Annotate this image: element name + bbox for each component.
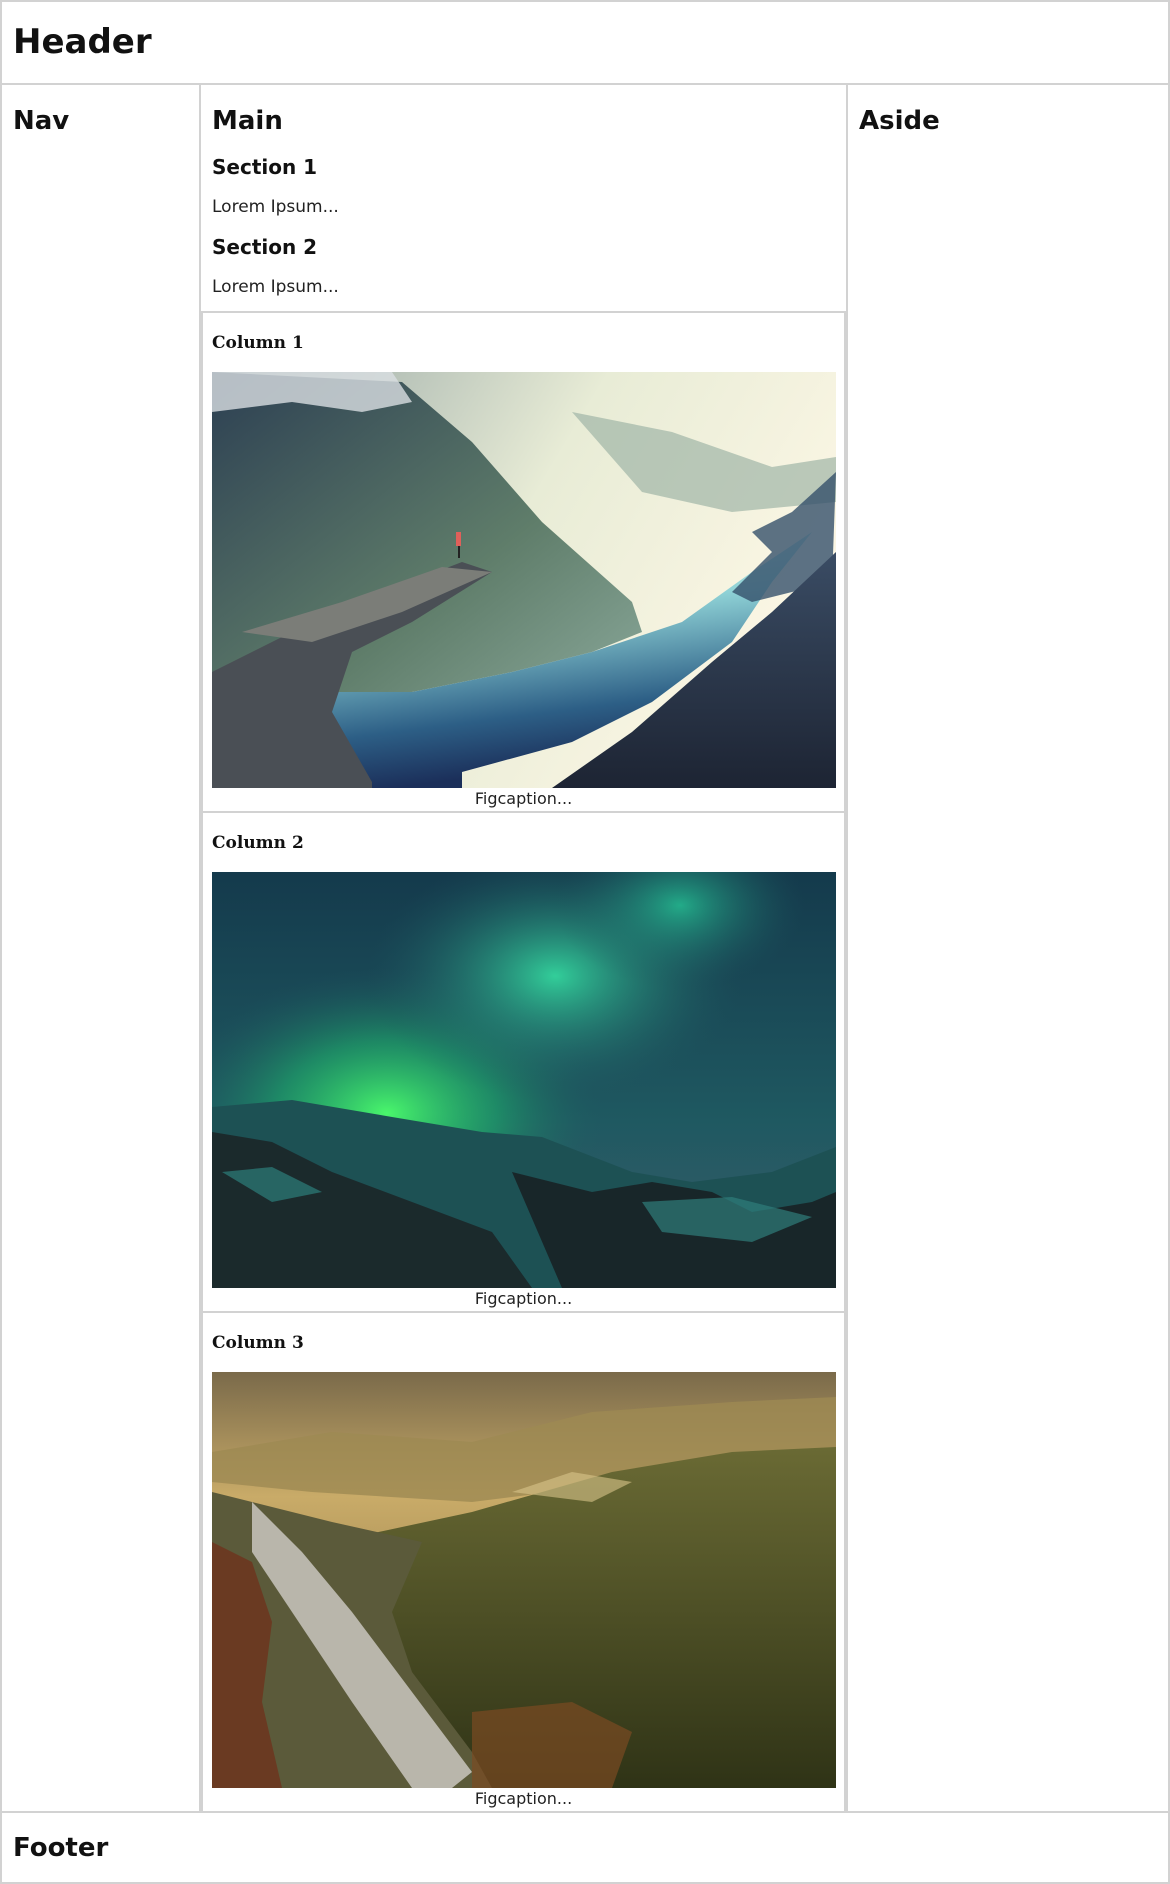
- main-panel: Main Section 1 Lorem Ipsum... Section 2 …: [199, 83, 848, 1813]
- footer-title: Footer: [13, 1833, 109, 1863]
- aurora-photo: [212, 872, 836, 1288]
- column-3-caption: Figcaption...: [474, 1789, 573, 1808]
- forest-valley-photo: [212, 1372, 836, 1788]
- column-3-heading: Column 3: [212, 1333, 304, 1353]
- main-title: Main: [212, 106, 283, 136]
- column-2-heading: Column 2: [212, 833, 304, 853]
- header-title: Header: [13, 22, 152, 62]
- page-header: Header: [0, 0, 1170, 85]
- section-1-heading: Section 1: [212, 155, 318, 179]
- section-2-text: Lorem Ipsum...: [212, 277, 339, 297]
- content-row: Nav Main Section 1 Lorem Ipsum... Sectio…: [0, 83, 1170, 1813]
- column-1-caption: Figcaption...: [474, 789, 573, 808]
- page: Header Nav Main Section 1 Lorem Ipsum...…: [0, 0, 1170, 1884]
- page-footer: Footer: [0, 1811, 1170, 1884]
- fjord-cliff-photo: [212, 372, 836, 788]
- section-2-heading: Section 2: [212, 235, 318, 259]
- column-1: Column 1 Figcaption...: [201, 311, 846, 813]
- nav-panel: Nav: [0, 83, 201, 1813]
- aside-panel: Aside: [846, 83, 1170, 1813]
- nav-title: Nav: [13, 106, 70, 136]
- column-1-heading: Column 1: [212, 333, 304, 353]
- aside-title: Aside: [859, 106, 940, 136]
- column-3: Column 3 Figcaption...: [201, 1311, 846, 1813]
- column-2-caption: Figcaption...: [474, 1289, 573, 1308]
- column-2: Column 2 Figcaption...: [201, 811, 846, 1313]
- section-1-text: Lorem Ipsum...: [212, 197, 339, 217]
